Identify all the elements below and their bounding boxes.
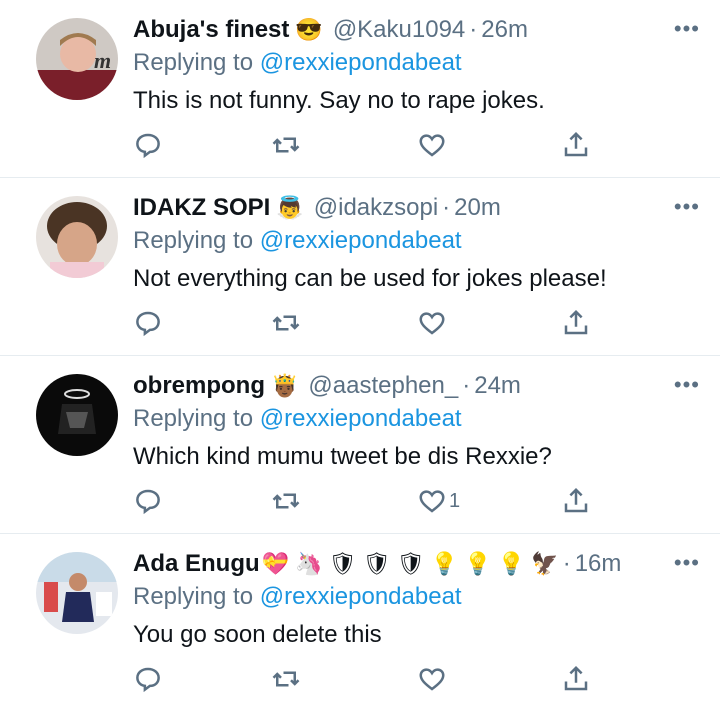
like-icon xyxy=(419,668,445,691)
more-icon[interactable]: ••• xyxy=(674,16,700,42)
tweet[interactable]: IDAKZ SOPI 👼 @idakzsopi · 20m ••• Replyi… xyxy=(0,178,720,356)
reply-icon xyxy=(136,133,160,159)
timestamp[interactable]: 16m xyxy=(575,550,622,578)
retweet-icon xyxy=(272,493,300,509)
like-icon xyxy=(419,312,445,335)
like-button[interactable]: 1 xyxy=(417,484,460,518)
reply-mention-link[interactable]: @rexxiepondabeat xyxy=(260,583,462,610)
retweet-button[interactable] xyxy=(271,662,301,696)
share-icon xyxy=(564,487,588,513)
retweet-button[interactable] xyxy=(271,484,301,518)
user-handle[interactable]: @aastephen_ xyxy=(308,372,458,400)
tweet-actions xyxy=(133,128,593,162)
reply-mention-link[interactable]: @rexxiepondabeat xyxy=(260,405,462,432)
separator-dot: · xyxy=(469,16,478,43)
display-name[interactable]: Abuja's finest xyxy=(133,16,289,44)
timestamp[interactable]: 26m xyxy=(481,16,528,44)
name-emoji: 💝 🦄 🛡 🛡 🛡 💡 💡 💡 🦅 xyxy=(261,551,559,576)
display-name[interactable]: IDAKZ SOPI xyxy=(133,194,270,222)
reply-mention-link[interactable]: @rexxiepondabeat xyxy=(260,227,462,254)
tweet[interactable]: Ada Enugu 💝 🦄 🛡 🛡 🛡 💡 💡 💡 🦅 · 16m ••• Re… xyxy=(0,534,720,712)
retweet-icon xyxy=(272,671,300,687)
share-button[interactable] xyxy=(561,484,591,518)
tweet-text: This is not funny. Say no to rape jokes. xyxy=(133,87,545,114)
timestamp[interactable]: 20m xyxy=(454,194,501,222)
separator-dot: · xyxy=(442,194,451,221)
retweet-icon xyxy=(272,315,300,331)
retweet-icon xyxy=(272,137,300,153)
more-icon[interactable]: ••• xyxy=(674,550,700,576)
retweet-button[interactable] xyxy=(271,128,301,162)
like-button[interactable] xyxy=(417,128,449,162)
display-name[interactable]: obrempong xyxy=(133,372,265,400)
reply-button[interactable] xyxy=(133,128,163,162)
reply-prefix: Replying to xyxy=(133,227,254,254)
like-icon xyxy=(419,490,445,513)
tweet-actions xyxy=(133,306,593,340)
share-icon xyxy=(564,665,588,691)
reply-icon xyxy=(136,311,160,337)
tweet[interactable]: obrempong 🤴🏾 @aastephen_ · 24m ••• Reply… xyxy=(0,356,720,534)
share-icon xyxy=(564,131,588,157)
tweet-text: Which kind mumu tweet be dis Rexxie? xyxy=(133,443,552,470)
share-button[interactable] xyxy=(561,128,591,162)
share-icon xyxy=(564,309,588,335)
more-icon[interactable]: ••• xyxy=(674,194,700,220)
tweet-text: Not everything can be used for jokes ple… xyxy=(133,265,607,292)
user-handle[interactable]: @idakzsopi xyxy=(314,194,438,222)
tweet-actions xyxy=(133,662,593,696)
like-icon xyxy=(419,134,445,157)
like-button[interactable] xyxy=(417,662,449,696)
display-name[interactable]: Ada Enugu xyxy=(133,550,260,578)
more-icon[interactable]: ••• xyxy=(674,372,700,398)
tweet-actions: 1 xyxy=(133,484,593,518)
replying-to: Replying to @rexxiepondabeat xyxy=(133,583,700,615)
user-handle[interactable]: @Kaku1094 xyxy=(333,16,465,44)
avatar[interactable] xyxy=(36,552,118,634)
like-button[interactable] xyxy=(417,306,449,340)
retweet-button[interactable] xyxy=(271,306,301,340)
reply-prefix: Replying to xyxy=(133,405,254,432)
avatar[interactable]: m xyxy=(36,18,118,100)
reply-button[interactable] xyxy=(133,662,163,696)
reply-button[interactable] xyxy=(133,484,163,518)
separator-dot: · xyxy=(562,550,571,577)
name-emoji: 😎 xyxy=(295,17,323,42)
avatar[interactable] xyxy=(36,196,118,278)
share-button[interactable] xyxy=(561,662,591,696)
name-emoji: 👼 xyxy=(276,195,304,220)
reply-mention-link[interactable]: @rexxiepondabeat xyxy=(260,49,462,76)
timestamp[interactable]: 24m xyxy=(474,372,521,400)
like-count: 1 xyxy=(449,489,461,512)
reply-button[interactable] xyxy=(133,306,163,340)
reply-prefix: Replying to xyxy=(133,583,254,610)
share-button[interactable] xyxy=(561,306,591,340)
svg-text:m: m xyxy=(94,48,111,73)
separator-dot: · xyxy=(462,372,471,399)
replying-to: Replying to @rexxiepondabeat xyxy=(133,227,700,259)
replying-to: Replying to @rexxiepondabeat xyxy=(133,405,700,437)
name-emoji: 🤴🏾 xyxy=(271,373,299,398)
replying-to: Replying to @rexxiepondabeat xyxy=(133,49,700,81)
tweet-text: You go soon delete this xyxy=(133,621,382,648)
reply-prefix: Replying to xyxy=(133,49,254,76)
tweet[interactable]: m Abuja's finest 😎 @Kaku1094 · 26m ••• R… xyxy=(0,0,720,178)
reply-icon xyxy=(136,667,160,693)
reply-icon xyxy=(136,489,160,515)
avatar[interactable] xyxy=(36,374,118,456)
